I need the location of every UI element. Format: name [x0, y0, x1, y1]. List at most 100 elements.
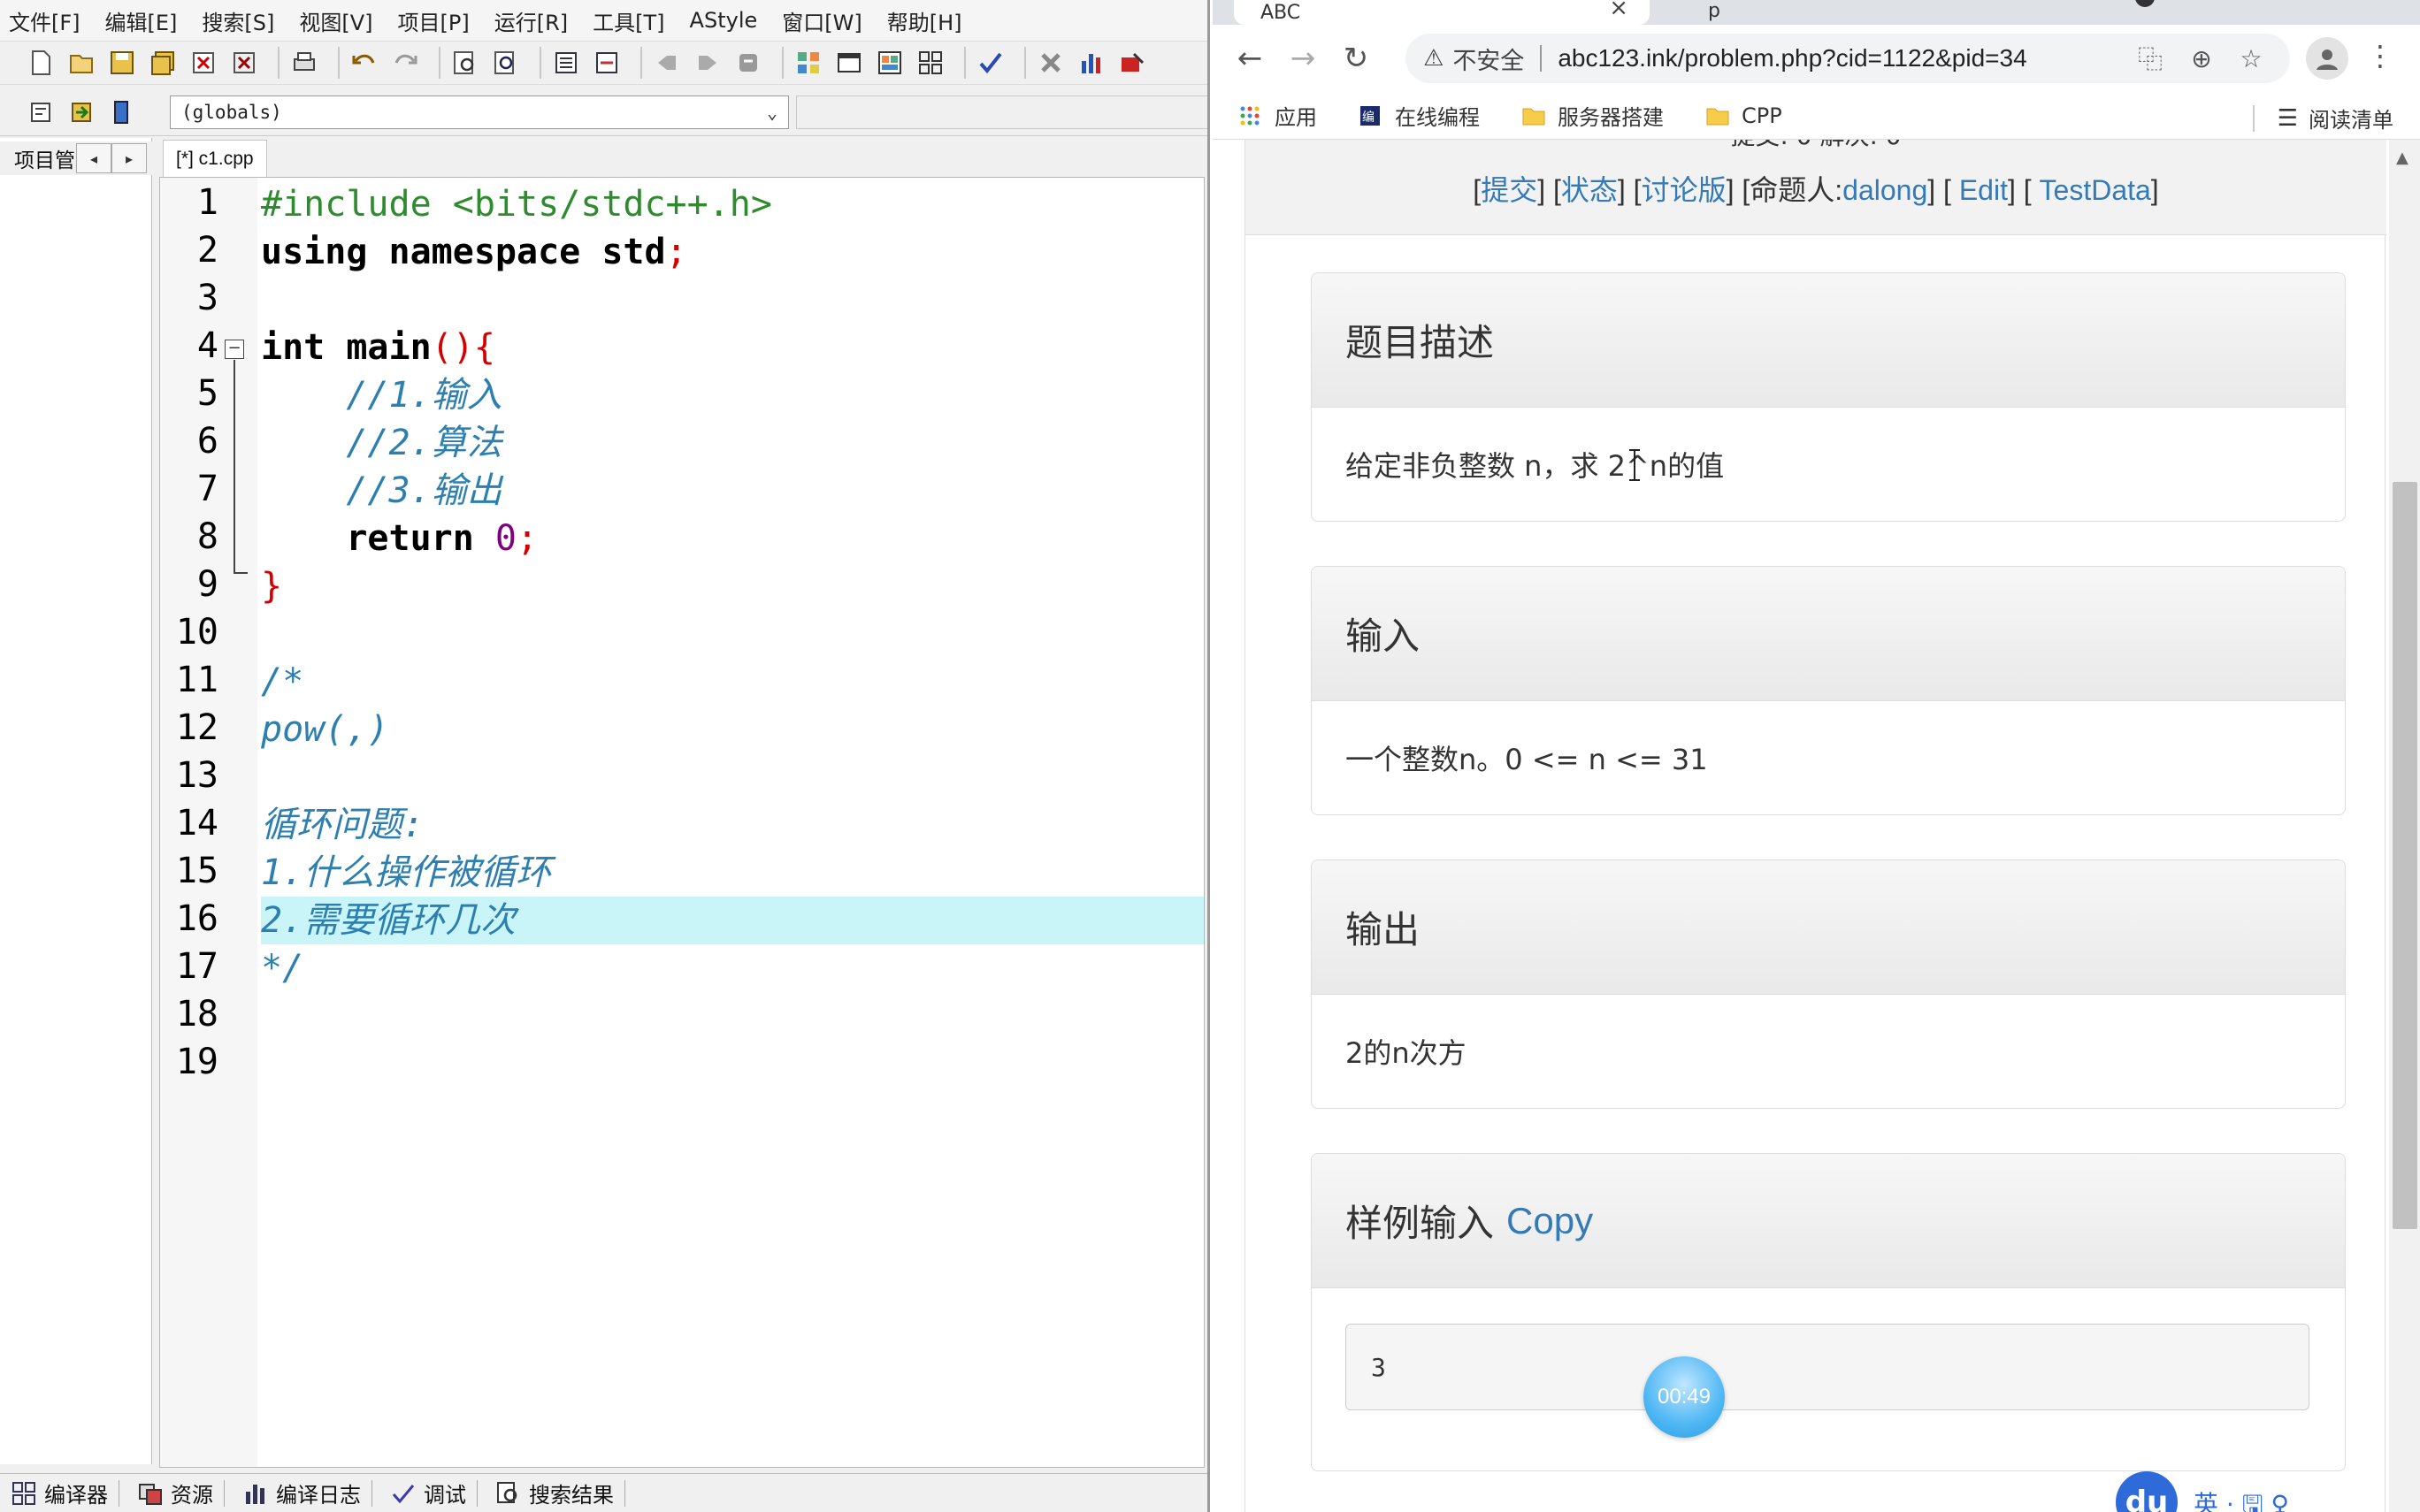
- code-line-2[interactable]: using namespace std;: [261, 228, 1204, 276]
- kebab-menu-icon[interactable]: ⋮: [2363, 39, 2398, 78]
- tab-search-results[interactable]: 搜索结果: [495, 1478, 625, 1508]
- bookmark-online-coding[interactable]: 编 在线编程: [1359, 100, 1480, 131]
- code-line-17[interactable]: */: [261, 944, 1204, 992]
- unindent-icon[interactable]: [591, 47, 623, 79]
- debug-icon[interactable]: [1116, 47, 1148, 79]
- bookmark-cpp[interactable]: CPP: [1706, 103, 1782, 128]
- chart-icon[interactable]: [1076, 47, 1107, 79]
- save-icon[interactable]: [106, 47, 138, 79]
- indent-icon[interactable]: [550, 47, 582, 79]
- bookmark-icon[interactable]: [732, 47, 764, 79]
- toggle-comment-icon[interactable]: [106, 96, 138, 128]
- bookmark-next-icon[interactable]: [692, 47, 724, 79]
- tab-compile-log[interactable]: 编译日志: [242, 1478, 372, 1508]
- warning-icon[interactable]: ⚠: [1423, 45, 1444, 72]
- scrollbar-thumb[interactable]: [2393, 482, 2417, 1229]
- redo-icon[interactable]: [389, 47, 421, 79]
- recording-timer[interactable]: 00:49: [1643, 1356, 1725, 1438]
- close-file-icon[interactable]: [188, 47, 219, 79]
- code-line-13[interactable]: [261, 753, 1204, 801]
- bookmark-apps[interactable]: 应用: [1239, 100, 1317, 131]
- code-editor[interactable]: 1 2 3 4 5 6 7 8 9 10 11 12 13 14 15 16 17 18 19 − #include…: [159, 177, 1205, 1468]
- setter-link[interactable]: dalong: [1842, 174, 1927, 206]
- class-browser-icon[interactable]: [25, 96, 57, 128]
- menu-edit[interactable]: 编辑[E]: [105, 5, 178, 36]
- code-line-11[interactable]: /*: [261, 658, 1204, 706]
- editor-tab-c1cpp[interactable]: [*] c1.cpp: [163, 140, 267, 177]
- tab-debug[interactable]: 调试: [390, 1478, 478, 1508]
- back-arrow-icon[interactable]: ←: [1223, 32, 1276, 85]
- menu-tools[interactable]: 工具[T]: [593, 5, 664, 36]
- project-panel-tab[interactable]: 项目管理 ◂ ▸: [0, 141, 152, 175]
- menu-help[interactable]: 帮助[H]: [887, 5, 962, 36]
- close-icon[interactable]: ×: [1609, 0, 1628, 21]
- save-all-icon[interactable]: [147, 47, 179, 79]
- code-line-9[interactable]: }: [261, 562, 1204, 610]
- close-all-icon[interactable]: [228, 47, 260, 79]
- code-line-19[interactable]: [261, 1040, 1204, 1088]
- status-link[interactable]: 状态: [1561, 174, 1618, 206]
- menu-astyle[interactable]: AStyle: [690, 8, 758, 33]
- compile-run-icon[interactable]: [874, 47, 906, 79]
- chevron-left-icon[interactable]: ◂: [76, 143, 111, 173]
- run-icon[interactable]: [833, 47, 865, 79]
- scroll-up-icon[interactable]: ▲: [2396, 149, 2409, 167]
- code-line-16-current[interactable]: 2.需要循环几次: [261, 897, 1204, 944]
- chevron-down-icon[interactable]: ⌄: [767, 102, 777, 123]
- check-syntax-icon[interactable]: [975, 47, 1007, 79]
- code-line-8[interactable]: return 0;: [261, 515, 1204, 562]
- code-line-3[interactable]: [261, 276, 1204, 324]
- menu-search[interactable]: 搜索[S]: [202, 5, 274, 36]
- discuss-link[interactable]: 讨论版: [1642, 174, 1727, 206]
- ime-toolbar[interactable]: 英 · 🖫 ♀: [2194, 1485, 2289, 1512]
- replace-icon[interactable]: [490, 47, 522, 79]
- tab-compiler[interactable]: 编译器: [11, 1478, 119, 1508]
- menu-project[interactable]: 项目[P]: [398, 5, 470, 36]
- new-file-icon[interactable]: [25, 47, 57, 79]
- undo-icon[interactable]: [348, 47, 380, 79]
- function-dropdown[interactable]: [796, 95, 1207, 129]
- code-line-6[interactable]: //2.算法: [261, 419, 1204, 467]
- code-line-18[interactable]: [261, 992, 1204, 1040]
- code-line-5[interactable]: //1.输入: [261, 371, 1204, 419]
- insert-icon[interactable]: [65, 96, 97, 128]
- rebuild-icon[interactable]: [915, 47, 946, 79]
- print-icon[interactable]: [288, 47, 320, 79]
- browser-tab-second[interactable]: p: [1708, 0, 1720, 22]
- bookmark-prev-icon[interactable]: [651, 47, 683, 79]
- stop-icon[interactable]: [1035, 47, 1067, 79]
- zoom-icon[interactable]: ⊕: [2184, 42, 2219, 74]
- copy-link[interactable]: Copy: [1506, 1200, 1593, 1242]
- code-line-4[interactable]: int main(){: [261, 324, 1204, 371]
- compile-icon[interactable]: [793, 47, 824, 79]
- testdata-link[interactable]: TestData: [2040, 174, 2151, 206]
- forward-arrow-icon[interactable]: →: [1276, 32, 1329, 85]
- scope-dropdown[interactable]: (globals) ⌄: [170, 95, 789, 129]
- profile-icon[interactable]: [2306, 37, 2348, 80]
- menu-file[interactable]: 文件[F]: [9, 5, 80, 36]
- browser-tab-active[interactable]: ABC ×: [1234, 0, 1650, 25]
- submit-link[interactable]: 提交: [1481, 174, 1537, 206]
- insecure-label[interactable]: 不安全: [1452, 42, 1524, 76]
- find-icon[interactable]: [449, 47, 481, 79]
- url-text[interactable]: abc123.ink/problem.php?cid=1122&pid=34: [1558, 44, 2026, 73]
- code-line-1[interactable]: #include <bits/stdc++.h>: [261, 180, 1204, 228]
- code-line-15[interactable]: 1.什么操作被循环: [261, 849, 1204, 897]
- translate-icon[interactable]: ⿻: [2133, 42, 2168, 74]
- chevron-right-icon[interactable]: ▸: [111, 143, 147, 173]
- fold-collapse-icon[interactable]: −: [225, 340, 244, 359]
- open-file-icon[interactable]: [65, 47, 97, 79]
- edit-link[interactable]: Edit: [1959, 174, 2008, 206]
- code-line-10[interactable]: [261, 610, 1204, 658]
- menu-view[interactable]: 视图[V]: [299, 5, 372, 36]
- bookmark-server-setup[interactable]: 服务器搭建: [1522, 100, 1664, 131]
- code-line-12[interactable]: pow(,): [261, 706, 1204, 753]
- code-line-14[interactable]: 循环问题:: [261, 801, 1204, 849]
- address-bar[interactable]: ⚠ 不安全 abc123.ink/problem.php?cid=1122&pi…: [1405, 34, 2290, 83]
- reading-list-button[interactable]: ☰ 阅读清单: [2252, 103, 2393, 134]
- star-icon[interactable]: ☆: [2233, 42, 2269, 74]
- menu-run[interactable]: 运行[R]: [494, 5, 568, 36]
- reload-icon[interactable]: ↻: [1329, 32, 1382, 85]
- tab-resources[interactable]: 资源: [137, 1478, 225, 1508]
- code-line-7[interactable]: //3.输出: [261, 467, 1204, 515]
